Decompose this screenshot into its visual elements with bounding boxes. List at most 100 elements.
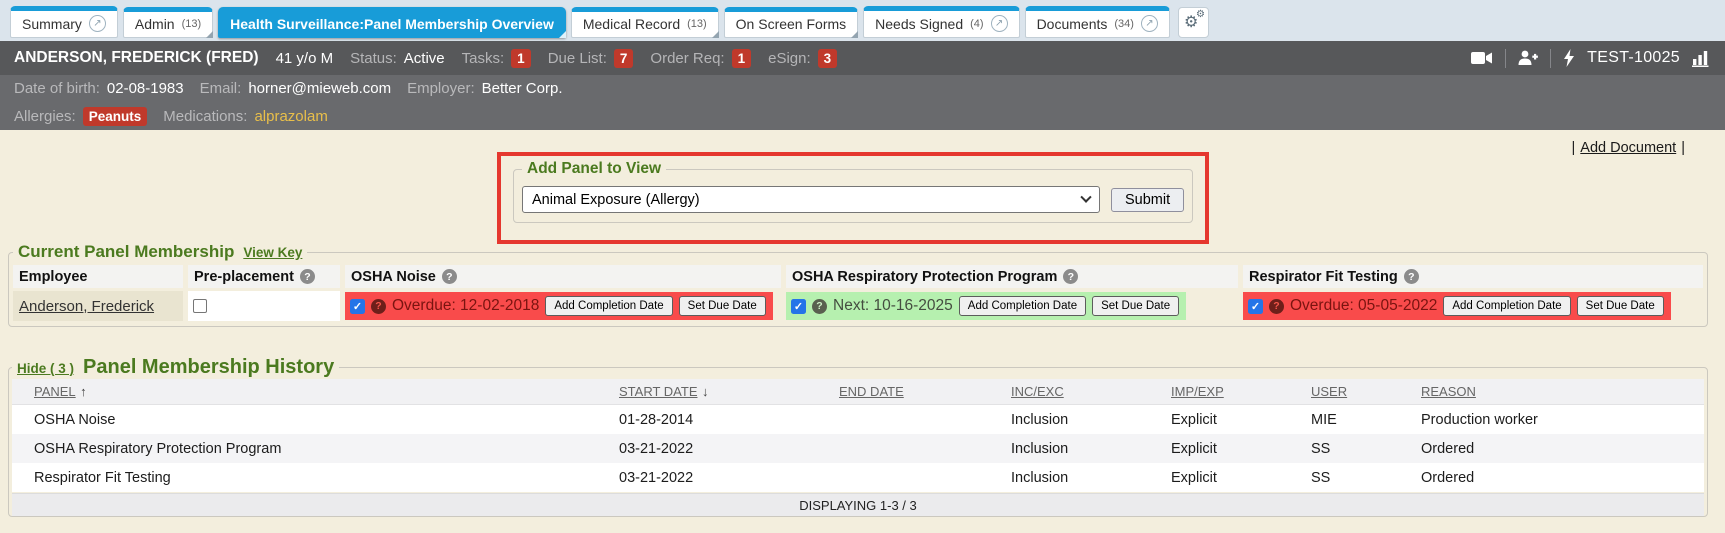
settings-button[interactable]: ⚙ ⚙: [1178, 7, 1209, 38]
sort-start-date-link[interactable]: START DATE: [619, 384, 698, 399]
cell-user: MIE: [1301, 412, 1411, 428]
sort-panel-link[interactable]: PANEL: [34, 384, 76, 399]
cell-panel: OSHA Noise: [24, 412, 609, 428]
pre-placement-checkbox[interactable]: [193, 299, 207, 313]
tab-label: Medical Record: [583, 16, 680, 32]
add-document-link[interactable]: Add Document: [1580, 140, 1676, 156]
submit-button[interactable]: Submit: [1111, 188, 1184, 212]
due-list-count-badge[interactable]: 7: [614, 49, 634, 68]
current-panel-fieldset: Current Panel Membership View Key Employ…: [8, 242, 1708, 327]
checked-checkbox[interactable]: [350, 299, 365, 314]
help-icon[interactable]: [1404, 269, 1419, 284]
tab-health-surveillance[interactable]: Health Surveillance:Panel Membership Ove…: [218, 7, 566, 38]
checked-checkbox[interactable]: [1248, 299, 1263, 314]
sort-end-date-link[interactable]: END DATE: [839, 384, 904, 399]
popout-icon[interactable]: ↗: [991, 15, 1008, 32]
add-panel-fieldset: Add Panel to View Animal Exposure (Aller…: [513, 160, 1193, 223]
sort-reason-link[interactable]: REASON: [1421, 384, 1476, 399]
medications-label: Medications:: [163, 108, 247, 125]
status-field: Status: Active: [350, 50, 445, 67]
popout-icon[interactable]: ↗: [1141, 15, 1158, 32]
help-icon[interactable]: [812, 299, 827, 314]
cell-user: SS: [1301, 441, 1411, 457]
current-panel-legend: Current Panel Membership View Key: [13, 242, 307, 262]
help-icon[interactable]: [371, 299, 386, 314]
esign-count-badge[interactable]: 3: [818, 49, 838, 68]
due-list-label: Due List:: [548, 50, 607, 67]
cell-reason: Production worker: [1411, 412, 1704, 428]
set-due-date-button[interactable]: Set Due Date: [1577, 296, 1664, 316]
sort-asc-icon: ↑: [80, 384, 87, 399]
chevron-down-icon: [1080, 191, 1091, 202]
add-document: | Add Document |: [1572, 140, 1685, 156]
pipe: |: [1572, 140, 1576, 156]
patient-header-bar: ANDERSON, FREDERICK (FRED) 41 y/o M Stat…: [0, 41, 1725, 75]
tab-needs-signed[interactable]: Needs Signed (4) ↗: [863, 6, 1019, 38]
employee-cell: Anderson, Frederick: [13, 291, 183, 321]
header-label: Pre-placement: [194, 269, 294, 285]
column-header-respirator-fit: Respirator Fit Testing: [1243, 265, 1703, 288]
email-value: horner@mieweb.com: [248, 80, 391, 97]
sort-user-link[interactable]: USER: [1311, 384, 1347, 399]
popout-icon[interactable]: ↗: [89, 15, 106, 32]
cell-panel: OSHA Respiratory Protection Program: [24, 441, 609, 457]
employer-label: Employer:: [407, 80, 475, 97]
set-due-date-button[interactable]: Set Due Date: [679, 296, 766, 316]
add-user-icon[interactable]: [1518, 50, 1538, 66]
tab-medical-record[interactable]: Medical Record (13): [571, 7, 719, 38]
employer-value: Better Corp.: [482, 80, 563, 97]
header-label: PANEL: [34, 384, 76, 399]
panel-select[interactable]: Animal Exposure (Allergy): [522, 186, 1100, 213]
patient-details-bar: Date of birth: 02-08-1983 Email: horner@…: [0, 75, 1725, 130]
sort-inc-exc-link[interactable]: INC/EXC: [1011, 384, 1064, 399]
add-panel-legend: Add Panel to View: [522, 160, 666, 178]
tab-summary[interactable]: Summary ↗: [10, 6, 118, 38]
add-completion-date-button[interactable]: Add Completion Date: [545, 296, 672, 316]
help-icon[interactable]: [300, 269, 315, 284]
header-label: Employee: [19, 269, 88, 285]
demographics-row: Date of birth: 02-08-1983 Email: horner@…: [0, 75, 1725, 102]
osha-respiratory-cell: Next: 10-16-2025 Add Completion Date Set…: [786, 291, 1238, 321]
osha-respiratory-status: Next: 10-16-2025 Add Completion Date Set…: [786, 292, 1186, 320]
tab-label: Admin: [135, 16, 175, 32]
help-icon[interactable]: [1269, 299, 1284, 314]
history-legend: Hide ( 3 ) Panel Membership History: [12, 356, 339, 379]
help-icon[interactable]: [1063, 269, 1078, 284]
video-camera-icon[interactable]: [1471, 51, 1493, 65]
tab-documents[interactable]: Documents (34) ↗: [1025, 6, 1170, 38]
column-header-osha-respiratory: OSHA Respiratory Protection Program: [786, 265, 1238, 288]
table-row: Respirator Fit Testing 03-21-2022 Inclus…: [12, 463, 1704, 492]
allergy-badge[interactable]: Peanuts: [83, 107, 148, 126]
tab-count: (13): [182, 18, 202, 30]
tab-on-screen-forms[interactable]: On Screen Forms: [724, 7, 858, 38]
checked-checkbox[interactable]: [791, 299, 806, 314]
set-due-date-button[interactable]: Set Due Date: [1092, 296, 1179, 316]
status-text: Overdue: 05-05-2022: [1290, 297, 1437, 315]
order-req-count-badge[interactable]: 1: [732, 49, 752, 68]
gears-icon: ⚙: [1196, 9, 1205, 20]
tasks-count-badge[interactable]: 1: [511, 49, 531, 68]
respirator-fit-cell: Overdue: 05-05-2022 Add Completion Date …: [1243, 291, 1703, 321]
header-label: REASON: [1421, 384, 1476, 399]
add-completion-date-button[interactable]: Add Completion Date: [959, 296, 1086, 316]
medication-value[interactable]: alprazolam: [254, 108, 327, 125]
history-fieldset: Hide ( 3 ) Panel Membership History PANE…: [8, 356, 1708, 517]
panel-select-value: Animal Exposure (Allergy): [532, 192, 700, 208]
sort-imp-exp-link[interactable]: IMP/EXP: [1171, 384, 1224, 399]
help-icon[interactable]: [442, 269, 457, 284]
header-label: INC/EXC: [1011, 384, 1064, 399]
employee-link[interactable]: Anderson, Frederick: [19, 298, 154, 315]
cell-user: SS: [1301, 470, 1411, 486]
tab-admin[interactable]: Admin (13): [123, 7, 213, 38]
hide-link[interactable]: Hide ( 3 ): [17, 361, 74, 376]
bar-chart-icon[interactable]: [1692, 50, 1711, 67]
add-completion-date-button[interactable]: Add Completion Date: [1443, 296, 1570, 316]
status-text: Overdue: 12-02-2018: [392, 297, 539, 315]
view-key-link[interactable]: View Key: [243, 245, 302, 260]
patient-id: TEST-10025: [1587, 49, 1680, 67]
column-header-pre-placement: Pre-placement: [188, 265, 340, 288]
esign-label: eSign:: [768, 50, 811, 67]
current-panel-title: Current Panel Membership: [18, 242, 234, 262]
cell-imp-exp: Explicit: [1161, 470, 1301, 486]
lightning-icon[interactable]: [1563, 49, 1575, 67]
